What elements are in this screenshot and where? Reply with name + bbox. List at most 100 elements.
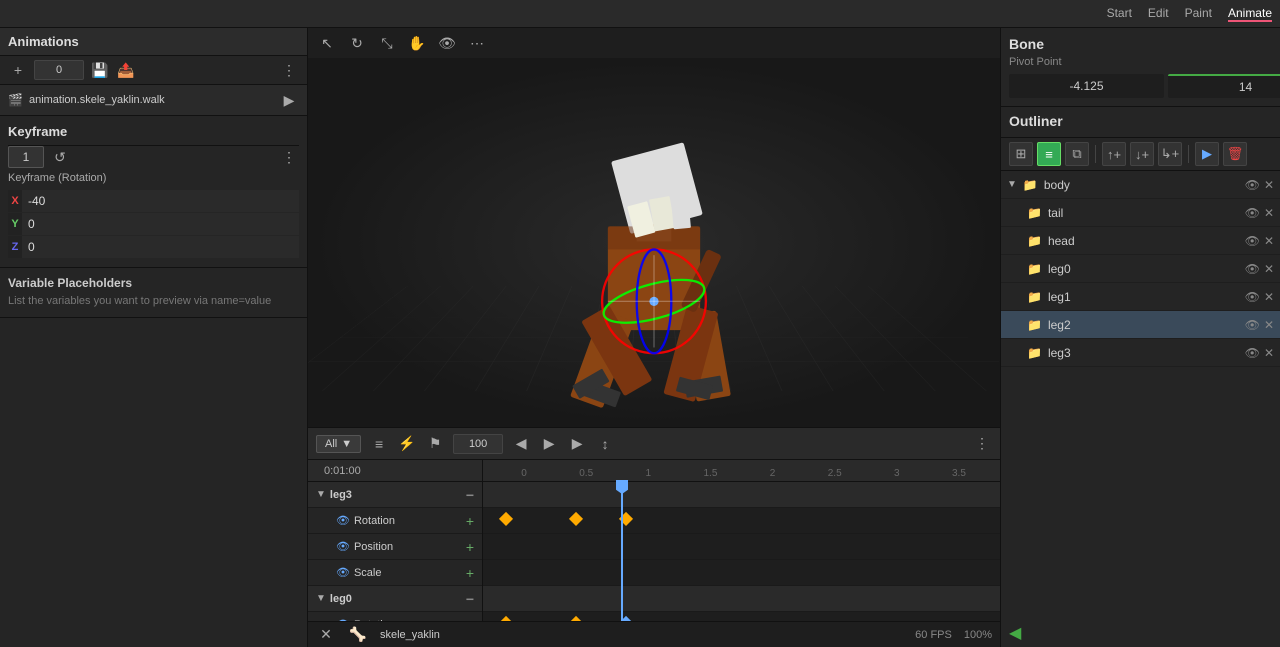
tab-start[interactable]: Start — [1107, 6, 1132, 22]
pivot-x-input[interactable] — [1009, 74, 1164, 98]
save-button[interactable]: 💾 — [90, 60, 110, 80]
track-leg0-group[interactable]: ▼ leg0 − — [308, 586, 482, 612]
prev-keyframe-button[interactable]: ◀ — [511, 434, 531, 454]
export-button[interactable]: 📤 — [116, 60, 136, 80]
leg0-collapse-icon[interactable]: ▼ — [316, 593, 326, 604]
tab-paint[interactable]: Paint — [1185, 6, 1212, 22]
scale-icon[interactable]: ⤡ — [376, 32, 398, 54]
track-leg3-rotation[interactable]: 👁 Rotation + — [308, 508, 482, 534]
list-view-button[interactable]: ≡ — [1037, 142, 1061, 166]
pivot-row: ⋮ — [1009, 74, 1272, 98]
back-arrow-icon[interactable]: ◀ — [1009, 623, 1021, 643]
grid-view-button[interactable]: ⊞ — [1009, 142, 1033, 166]
leg1-visibility-icon[interactable]: 👁 — [1245, 290, 1260, 304]
outliner-title: Outliner — [1009, 113, 1272, 129]
tail-visibility-icon[interactable]: 👁 — [1245, 206, 1260, 220]
leg3-position-eye-icon[interactable]: 👁 — [336, 540, 350, 553]
filter-icon[interactable]: ≡ — [369, 434, 389, 454]
leg2-visibility-icon[interactable]: 👁 — [1245, 318, 1260, 332]
add-animation-button[interactable]: + — [8, 60, 28, 80]
leg1-ol-name: leg1 — [1048, 290, 1241, 304]
leg0-remove-icon[interactable]: − — [466, 591, 474, 607]
leg0-visibility-icon[interactable]: 👁 — [1245, 262, 1260, 276]
next-keyframe-button[interactable]: ▶ — [539, 434, 559, 454]
leg3-collapse-icon[interactable]: ▼ — [316, 489, 326, 500]
auto-key-icon[interactable]: ⚡ — [397, 434, 417, 454]
leg3-rotation-add-icon[interactable]: + — [466, 513, 474, 529]
ol-leg0[interactable]: 📁 leg0 👁 ✕ — [1001, 255, 1280, 283]
keyframe-reset-button[interactable]: ↺ — [50, 147, 70, 167]
keyframe-leg0-rot-2[interactable] — [569, 616, 583, 621]
keyframe-more-button[interactable]: ⋮ — [279, 147, 299, 167]
filter-button[interactable]: All ▼ — [316, 435, 361, 453]
timeline-toolbar: All ▼ ≡ ⚡ ⚑ ◀ ▶ ▶ ↕ ⋮ — [308, 428, 1000, 460]
delete-button[interactable]: 🗑 — [1223, 142, 1247, 166]
ol-tail[interactable]: 📁 tail 👁 ✕ — [1001, 199, 1280, 227]
ruler-25: 2.5 — [804, 468, 866, 479]
more-viewport-icon[interactable]: ⋯ — [466, 32, 488, 54]
viewport[interactable]: ↖ ↻ ⤡ ✋ 👁 ⋯ — [308, 28, 1000, 427]
track-leg3-group[interactable]: ▼ leg3 − — [308, 482, 482, 508]
leg3-scale-name: Scale — [354, 567, 462, 579]
head-close-icon[interactable]: ✕ — [1264, 234, 1274, 248]
keyframe-leg0-rot-1[interactable] — [499, 616, 513, 621]
keyframe-leg3-rot-3[interactable] — [619, 512, 633, 526]
eye-icon[interactable]: 👁 — [436, 32, 458, 54]
track-leg3-position[interactable]: 👁 Position + — [308, 534, 482, 560]
kf-leg3-scale-row — [483, 560, 1000, 586]
keyframe-number-input[interactable] — [8, 146, 44, 168]
add-above-button[interactable]: ↑+ — [1102, 142, 1126, 166]
track-leg3-scale[interactable]: 👁 Scale + — [308, 560, 482, 586]
add-child-button[interactable]: ↳+ — [1158, 142, 1182, 166]
body-close-icon[interactable]: ✕ — [1264, 178, 1274, 192]
x-value-input[interactable] — [22, 190, 299, 212]
leg0-close-icon[interactable]: ✕ — [1264, 262, 1274, 276]
play-animation-button[interactable]: ▶ — [279, 90, 299, 110]
close-skele-button[interactable]: ✕ — [316, 625, 336, 645]
more-button[interactable]: ⋮ — [279, 60, 299, 80]
leg3-visibility-icon[interactable]: 👁 — [1245, 346, 1260, 360]
flag-icon[interactable]: ⚑ — [425, 434, 445, 454]
tab-edit[interactable]: Edit — [1148, 6, 1169, 22]
sort-icon[interactable]: ↕ — [595, 434, 615, 454]
bone-section: Bone Pivot Point ⋮ — [1001, 28, 1280, 107]
leg0-track-name: leg0 — [330, 593, 462, 605]
ol-leg3[interactable]: 📁 leg3 👁 ✕ — [1001, 339, 1280, 367]
z-value-input[interactable] — [22, 236, 299, 258]
timeline-more-button[interactable]: ⋮ — [972, 434, 992, 454]
ol-leg2[interactable]: 📁 leg2 👁 ✕ — [1001, 311, 1280, 339]
keyframe-leg3-rot-2[interactable] — [569, 512, 583, 526]
ol-head[interactable]: 📁 head 👁 ✕ — [1001, 227, 1280, 255]
leg3-scale-eye-icon[interactable]: 👁 — [336, 566, 350, 579]
rotate-icon[interactable]: ↻ — [346, 32, 368, 54]
pivot-y-input[interactable] — [1168, 74, 1280, 98]
arrow-right-button[interactable]: ▶ — [1195, 142, 1219, 166]
leg3-remove-icon[interactable]: − — [466, 487, 474, 503]
keyframe-leg3-rot-1[interactable] — [499, 512, 513, 526]
add-below-button[interactable]: ↓+ — [1130, 142, 1154, 166]
frame-total-input[interactable] — [453, 434, 503, 454]
leg3-rotation-eye-icon[interactable]: 👁 — [336, 514, 350, 527]
variable-section: Variable Placeholders List the variables… — [0, 268, 307, 318]
track-leg0-rotation[interactable]: 👁 Rotation + — [308, 612, 482, 621]
keyframe-leg0-rot-3[interactable] — [619, 616, 633, 621]
tail-close-icon[interactable]: ✕ — [1264, 206, 1274, 220]
copy-button[interactable]: ⧉ — [1065, 142, 1089, 166]
body-visibility-icon[interactable]: 👁 — [1245, 178, 1260, 192]
leg3-scale-add-icon[interactable]: + — [466, 565, 474, 581]
frame-number-input[interactable] — [34, 60, 84, 80]
tab-animate[interactable]: Animate — [1228, 6, 1272, 22]
ol-body[interactable]: ▼ 📁 body 👁 ✕ — [1001, 171, 1280, 199]
animation-item[interactable]: 🎬 animation.skele_yaklin.walk ▶ — [0, 85, 307, 116]
cursor-icon[interactable]: ↖ — [316, 32, 338, 54]
hand-icon[interactable]: ✋ — [406, 32, 428, 54]
leg1-close-icon[interactable]: ✕ — [1264, 290, 1274, 304]
ol-leg1[interactable]: 📁 leg1 👁 ✕ — [1001, 283, 1280, 311]
body-collapse-icon[interactable]: ▼ — [1007, 179, 1017, 190]
leg2-close-icon[interactable]: ✕ — [1264, 318, 1274, 332]
leg3-position-add-icon[interactable]: + — [466, 539, 474, 555]
leg3-close-icon[interactable]: ✕ — [1264, 346, 1274, 360]
play-button[interactable]: ▶ — [567, 434, 587, 454]
head-visibility-icon[interactable]: 👁 — [1245, 234, 1260, 248]
y-value-input[interactable] — [22, 213, 299, 235]
